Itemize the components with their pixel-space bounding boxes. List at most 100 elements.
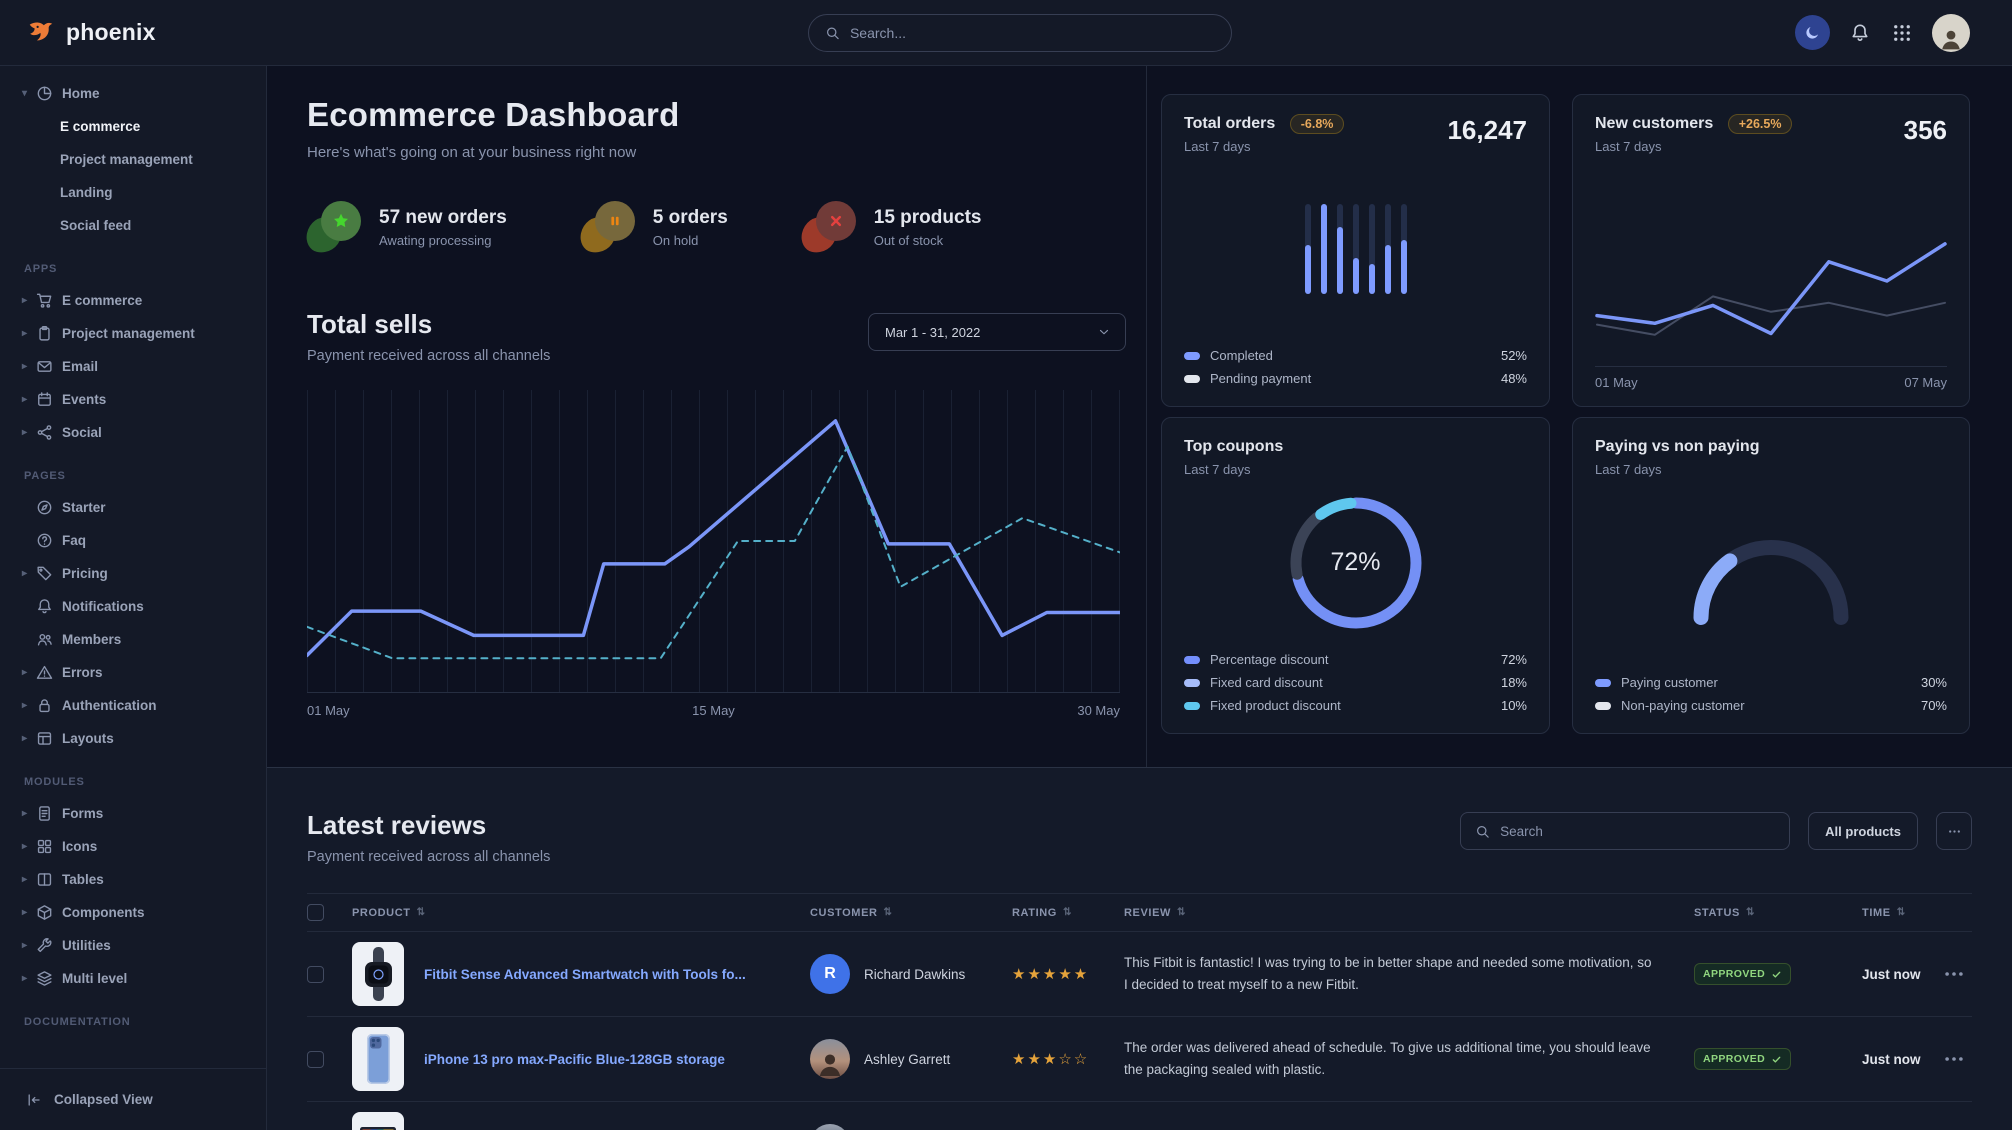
sidebar-item-label: Layouts — [62, 731, 114, 746]
time-cell: Just now — [1862, 1052, 1942, 1067]
warning-icon — [36, 664, 53, 681]
sort-icon: ⇅ — [1746, 907, 1755, 918]
sidebar-item-project-management[interactable]: ▸Project management — [0, 318, 266, 349]
sidebar-item-notifications[interactable]: Notifications — [0, 591, 266, 622]
apps-grid-button[interactable] — [1890, 21, 1914, 45]
sidebar-item-components[interactable]: ▸Components — [0, 897, 266, 928]
lock-icon — [36, 697, 53, 714]
theme-toggle-button[interactable] — [1795, 15, 1830, 50]
column-header-product[interactable]: PRODUCT⇅ — [352, 907, 810, 919]
caret-down-icon: ▾ — [22, 88, 36, 99]
column-label: PRODUCT — [352, 907, 411, 919]
sidebar-item-multi-level[interactable]: ▸Multi level — [0, 963, 266, 994]
legend-swatch — [1184, 679, 1200, 687]
notifications-button[interactable] — [1848, 21, 1872, 45]
paying-vs-non-paying-card: Paying vs non paying Last 7 days Paying … — [1572, 417, 1970, 734]
shell: ▾HomeE commerceProject management Landing… — [0, 66, 2012, 1130]
sidebar-item-layouts[interactable]: ▸Layouts — [0, 723, 266, 754]
table-row: iPhone 13 pro max-Pacific Blue-128GB sto… — [307, 1016, 1972, 1101]
sidebar-item-label: Landing — [60, 185, 113, 200]
total-sells-title: Total sells — [307, 309, 550, 340]
sidebar-item-pricing[interactable]: ▸Pricing — [0, 558, 266, 589]
sidebar-item-email[interactable]: ▸Email — [0, 351, 266, 382]
legend-value: 18% — [1501, 675, 1527, 690]
sidebar-item-social-feed[interactable]: Social feed — [0, 210, 266, 241]
bell-icon — [1850, 23, 1870, 43]
product-link[interactable]: Fitbit Sense Advanced Smartwatch with To… — [424, 967, 746, 982]
date-range-select[interactable]: Mar 1 - 31, 2022 — [868, 313, 1126, 351]
pause-icon — [606, 212, 624, 230]
order-bar — [1321, 204, 1327, 294]
brand[interactable]: phoenix — [0, 18, 156, 48]
legend-row: Fixed product discount10% — [1184, 694, 1527, 717]
sidebar-item-landing[interactable]: Landing — [0, 177, 266, 208]
new-customers-value: 356 — [1904, 115, 1947, 146]
header-checkbox[interactable] — [307, 904, 324, 921]
sidebar-item-authentication[interactable]: ▸Authentication — [0, 690, 266, 721]
top-coupons-chart: 72% — [1281, 488, 1431, 638]
sidebar-item-tables[interactable]: ▸Tables — [0, 864, 266, 895]
column-header-customer[interactable]: CUSTOMER⇅ — [810, 907, 1012, 919]
all-products-button[interactable]: All products — [1808, 812, 1918, 850]
sidebar-item-forms[interactable]: ▸Forms — [0, 798, 266, 829]
order-bar — [1401, 204, 1407, 294]
reviews-more-button[interactable] — [1936, 812, 1972, 850]
order-bar — [1369, 204, 1375, 294]
sidebar-item-events[interactable]: ▸Events — [0, 384, 266, 415]
row-checkbox[interactable] — [307, 1051, 324, 1068]
global-search-input[interactable] — [850, 25, 1215, 41]
legend-value: 30% — [1921, 675, 1947, 690]
sidebar-section-label-pages: PAGES — [0, 450, 266, 492]
sidebar-item-home[interactable]: ▾Home — [0, 78, 266, 109]
sidebar-item-members[interactable]: Members — [0, 624, 266, 655]
stat-15-products: 15 productsOut of stock — [802, 201, 982, 253]
global-search[interactable] — [808, 14, 1232, 52]
sidebar-section-label-apps: APPS — [0, 243, 266, 285]
sort-icon: ⇅ — [1177, 907, 1186, 918]
stat-circle — [321, 201, 361, 241]
stats-row: 57 new ordersAwating processing5 ordersO… — [307, 201, 1126, 253]
sidebar-item-errors[interactable]: ▸Errors — [0, 657, 266, 688]
column-label: STATUS — [1694, 907, 1740, 919]
sidebar-item-social[interactable]: ▸Social — [0, 417, 266, 448]
sidebar-item-icons[interactable]: ▸Icons — [0, 831, 266, 862]
product-cell: iPhone 13 pro max-Pacific Blue-128GB sto… — [352, 1027, 810, 1091]
layout-icon — [36, 730, 53, 747]
share-icon — [36, 424, 53, 441]
sidebar-item-label: Forms — [62, 806, 103, 821]
column-header-time[interactable]: TIME⇅ — [1862, 907, 1942, 919]
sidebar-item-e-commerce[interactable]: ▸E commerce — [0, 285, 266, 316]
collapse-view-button[interactable]: Collapsed View — [0, 1068, 266, 1130]
order-bar-fill — [1337, 227, 1343, 295]
column-header-review[interactable]: REVIEW⇅ — [1124, 907, 1694, 919]
mail-icon — [36, 358, 53, 375]
column-header-status[interactable]: STATUS ⇅ — [1694, 907, 1862, 919]
sidebar-item-e-commerce[interactable]: E commerce — [0, 111, 266, 142]
tag-icon — [36, 565, 53, 582]
column-header-rating[interactable]: RATING⇅ — [1012, 907, 1124, 919]
sidebar-item-starter[interactable]: Starter — [0, 492, 266, 523]
product-link[interactable]: iPhone 13 pro max-Pacific Blue-128GB sto… — [424, 1052, 725, 1067]
date-range-value: Mar 1 - 31, 2022 — [885, 325, 980, 340]
stat-circle — [595, 201, 635, 241]
row-menu-button[interactable] — [1942, 962, 1966, 986]
product-cell — [352, 1112, 810, 1130]
reviews-search[interactable] — [1460, 812, 1790, 850]
row-menu-button[interactable] — [1942, 1047, 1966, 1071]
avatar — [810, 1039, 850, 1079]
sort-icon: ⇅ — [884, 907, 893, 918]
sidebar-item-label: Utilities — [62, 938, 111, 953]
row-checkbox[interactable] — [307, 966, 324, 983]
order-bar — [1305, 204, 1311, 294]
sidebar-item-utilities[interactable]: ▸Utilities — [0, 930, 266, 961]
reviews-search-input[interactable] — [1500, 824, 1775, 839]
stat-value: 57 new orders — [379, 207, 507, 229]
status-cell: APPROVED — [1694, 1048, 1862, 1070]
sort-icon: ⇅ — [1063, 907, 1072, 918]
sidebar-item-faq[interactable]: Faq — [0, 525, 266, 556]
sidebar-item-project-management[interactable]: Project management — [0, 144, 266, 175]
status-label: APPROVED — [1703, 1053, 1765, 1065]
legend-label: Paying customer — [1621, 675, 1718, 690]
caret-right-icon: ▸ — [22, 394, 36, 405]
user-avatar[interactable] — [1932, 14, 1970, 52]
